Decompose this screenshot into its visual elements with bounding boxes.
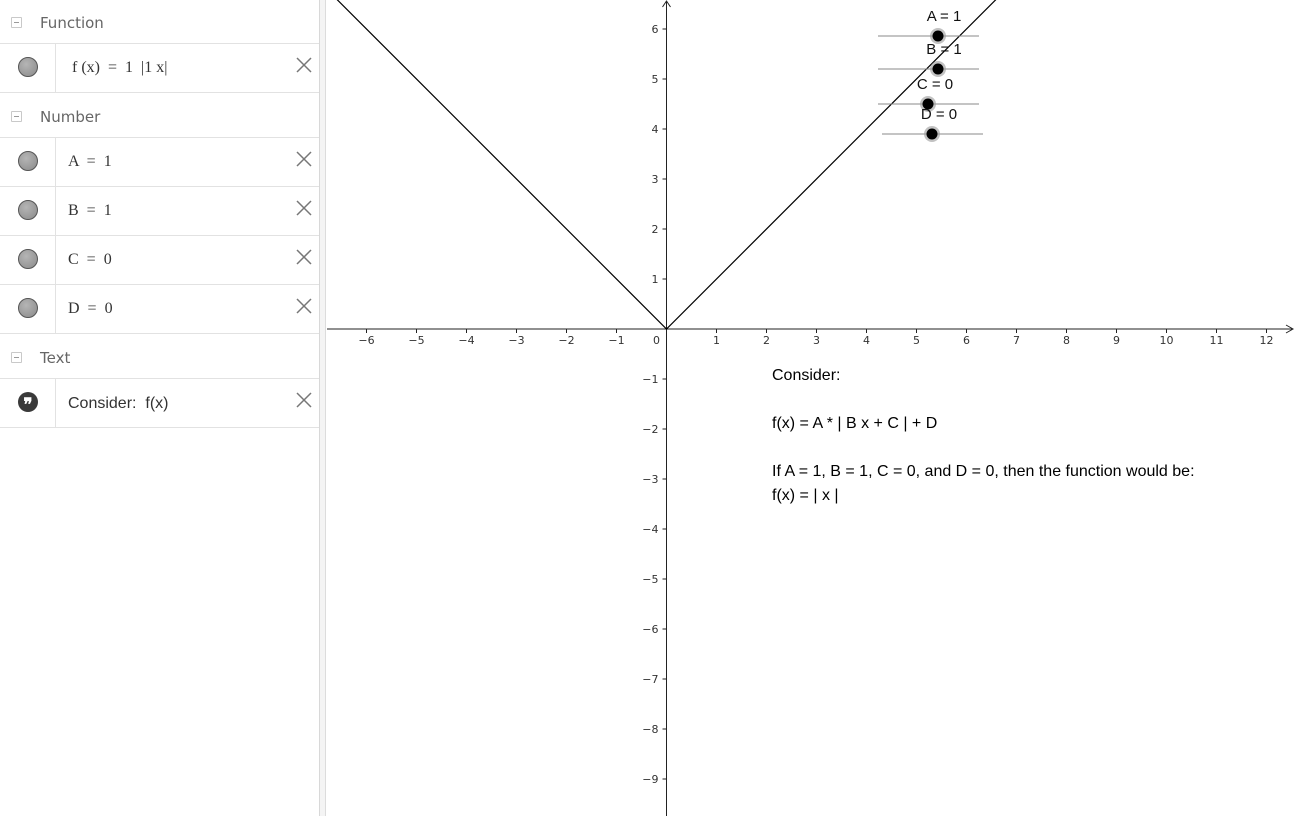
group-header-text[interactable]: Text [0, 335, 319, 379]
slider-knob [932, 30, 944, 42]
y-tick-label: 6 [652, 23, 659, 36]
slider-label: D = 0 [921, 106, 957, 123]
text-object-consider[interactable]: Consider: f(x) = A * | B x + C | + D If … [772, 364, 1195, 508]
x-tick-label: 1 [713, 334, 720, 347]
slider-label: A = 1 [927, 8, 962, 25]
y-tick-label: 5 [652, 73, 659, 86]
y-tick-label: 4 [652, 123, 659, 136]
close-icon[interactable] [295, 297, 313, 315]
algebra-item-text[interactable]: f (x) = 1 |1 x| [72, 59, 167, 77]
group-header-number[interactable]: Number [0, 94, 319, 138]
algebra-item-C[interactable]: C = 0 [0, 236, 319, 285]
x-tick-label: 8 [1063, 334, 1070, 347]
text-line [772, 436, 1195, 460]
close-icon[interactable] [295, 391, 313, 409]
x-tick-label: 11 [1210, 334, 1224, 347]
y-axis-ticks: 6 5 4 3 2 1 −1 −2 −3 −4 −5 −6 −7 −8 −9 [642, 23, 667, 786]
algebra-item-A[interactable]: A = 1 [0, 138, 319, 187]
y-tick-label: −6 [642, 623, 658, 636]
close-icon[interactable] [295, 248, 313, 266]
x-tick-label: −6 [358, 334, 374, 347]
algebra-item-text[interactable]: D = 0 [68, 300, 113, 318]
visibility-toggle[interactable] [0, 187, 56, 235]
text-line: If A = 1, B = 1, C = 0, and D = 0, then … [772, 463, 1195, 480]
visibility-toggle[interactable] [0, 44, 56, 92]
visibility-toggle[interactable] [0, 138, 56, 186]
slider-knob [932, 63, 944, 75]
marble-icon[interactable] [18, 200, 38, 220]
visibility-toggle[interactable] [0, 236, 56, 284]
text-line [772, 388, 1195, 412]
y-tick-label: −3 [642, 473, 658, 486]
x-axis-ticks: −6 −5 −4 −3 −2 −1 0 1 2 3 4 5 6 7 8 9 10 11 12 [358, 329, 1274, 347]
close-icon[interactable] [295, 150, 313, 168]
view-splitter[interactable] [320, 0, 326, 816]
abs-function-line [336, 0, 997, 330]
visibility-toggle[interactable]: ❞ [0, 379, 56, 427]
marble-icon[interactable] [18, 249, 38, 269]
x-tick-label: −5 [408, 334, 424, 347]
y-tick-label: −1 [642, 373, 658, 386]
group-label: Function [40, 14, 104, 32]
algebra-view: Function f (x) = 1 |1 x| Number A = 1 B … [0, 0, 320, 816]
algebra-item-text-obj[interactable]: ❞ Consider: f(x) [0, 379, 319, 428]
marble-icon[interactable] [18, 151, 38, 171]
x-tick-label: −4 [458, 334, 474, 347]
slider-label: B = 1 [926, 41, 961, 58]
algebra-item-text[interactable]: Consider: f(x) [68, 395, 168, 413]
x-tick-label: 7 [1013, 334, 1020, 347]
quote-icon[interactable]: ❞ [18, 392, 38, 415]
marble-icon[interactable] [18, 57, 38, 77]
algebra-item-B[interactable]: B = 1 [0, 187, 319, 236]
x-tick-label: −2 [558, 334, 574, 347]
x-tick-label: 10 [1160, 334, 1174, 347]
x-tick-label: 0 [653, 334, 660, 347]
x-tick-label: −1 [608, 334, 624, 347]
collapse-icon[interactable] [11, 111, 22, 122]
group-label: Text [40, 349, 71, 367]
y-tick-label: −2 [642, 423, 658, 436]
y-tick-label: 3 [652, 173, 659, 186]
algebra-item-D[interactable]: D = 0 [0, 285, 319, 334]
y-tick-label: −9 [642, 773, 658, 786]
text-line: f(x) = | x | [772, 487, 839, 504]
close-icon[interactable] [295, 199, 313, 217]
collapse-icon[interactable] [11, 352, 22, 363]
close-icon[interactable] [295, 56, 313, 74]
group-header-function[interactable]: Function [0, 0, 319, 44]
x-tick-label: 12 [1260, 334, 1274, 347]
algebra-item-text[interactable]: C = 0 [68, 251, 112, 269]
slider-knob [926, 128, 938, 140]
marble-icon[interactable] [18, 298, 38, 318]
visibility-toggle[interactable] [0, 285, 56, 333]
text-line: f(x) = A * | B x + C | + D [772, 415, 938, 432]
y-tick-label: 1 [652, 273, 659, 286]
x-tick-label: −3 [508, 334, 524, 347]
group-label: Number [40, 108, 101, 126]
y-tick-label: −4 [642, 523, 658, 536]
algebra-item-text[interactable]: A = 1 [68, 153, 112, 171]
y-tick-label: −8 [642, 723, 658, 736]
y-tick-label: −5 [642, 573, 658, 586]
algebra-item-f[interactable]: f (x) = 1 |1 x| [0, 44, 319, 93]
x-tick-label: 6 [963, 334, 970, 347]
text-line: Consider: [772, 367, 841, 384]
algebra-item-text[interactable]: B = 1 [68, 202, 112, 220]
x-tick-label: 2 [763, 334, 770, 347]
x-tick-label: 9 [1113, 334, 1120, 347]
x-tick-label: 3 [813, 334, 820, 347]
y-tick-label: 2 [652, 223, 659, 236]
function-graph [336, 0, 997, 330]
y-tick-label: −7 [642, 673, 658, 686]
slider-label: C = 0 [917, 76, 953, 93]
collapse-icon[interactable] [11, 17, 22, 28]
x-tick-label: 5 [913, 334, 920, 347]
x-tick-label: 4 [863, 334, 870, 347]
